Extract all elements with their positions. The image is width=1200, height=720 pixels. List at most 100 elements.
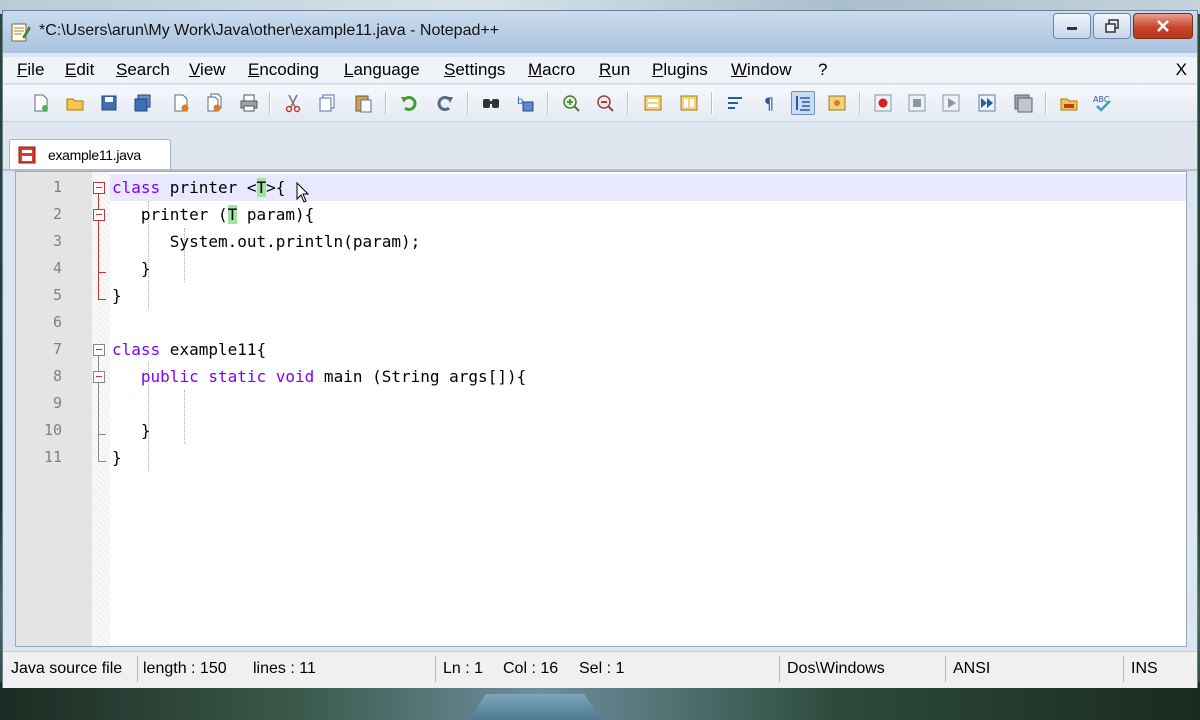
find-button[interactable]: [479, 91, 503, 115]
menu-settings[interactable]: Settings: [444, 60, 505, 80]
menu-macro[interactable]: Macro: [528, 60, 575, 80]
title-bar[interactable]: *C:\Users\arun\My Work\Java\other\exampl…: [3, 11, 1197, 53]
code-line: 4 }: [16, 255, 1186, 282]
save-button[interactable]: [97, 91, 121, 115]
code-line: 8 public static void main (String args[]…: [16, 363, 1186, 390]
close-document-button[interactable]: X: [1176, 60, 1187, 80]
code-editor[interactable]: 1 class printer <T>{ 2 printer (T param)…: [15, 171, 1187, 647]
run-macro-multiple-icon: [978, 94, 996, 112]
line-number: 6: [52, 313, 62, 331]
redo-icon: [437, 96, 453, 111]
line-number: 9: [52, 394, 62, 412]
status-bar: Java source file length : 150 lines : 11…: [3, 651, 1197, 688]
menu-search[interactable]: Search: [116, 60, 170, 80]
zoom-in-button[interactable]: [559, 91, 583, 115]
menu-bar: File Edit Search View Encoding Language …: [3, 57, 1197, 84]
code-line: 9: [16, 390, 1186, 417]
toolbar-separator: [627, 92, 629, 114]
code-line: 3 System.out.println(param);: [16, 228, 1186, 255]
code-text: System.out.println(param);: [112, 232, 421, 251]
zoom-out-button[interactable]: [593, 91, 617, 115]
menu-help[interactable]: ?: [818, 60, 827, 80]
status-lines: lines : 11: [253, 660, 316, 677]
open-file-icon: [66, 98, 84, 111]
copy-icon: [319, 94, 335, 112]
cut-button[interactable]: [281, 91, 305, 115]
code-text: class printer <T>{: [112, 178, 286, 197]
toolbar-separator: [467, 92, 469, 114]
menu-edit[interactable]: Edit: [65, 60, 94, 80]
code-line: 6: [16, 309, 1186, 336]
print-button[interactable]: [237, 91, 261, 115]
user-defined-language-button[interactable]: [825, 91, 849, 115]
code-line: 2 printer (T param){: [16, 201, 1186, 228]
close-icon: [174, 94, 189, 112]
close-all-button[interactable]: [203, 91, 227, 115]
toolbar: b ¶ ABC: [3, 85, 1197, 122]
word-wrap-button[interactable]: [723, 91, 747, 115]
indent-guide-icon: [796, 96, 810, 111]
toolbar-separator: [1045, 92, 1047, 114]
code-line: 10 }: [16, 417, 1186, 444]
line-number: 5: [52, 286, 62, 304]
save-macro-button[interactable]: [1011, 91, 1035, 115]
copy-button[interactable]: [315, 91, 339, 115]
line-number: 8: [52, 367, 62, 385]
status-encoding: ANSI: [953, 660, 991, 677]
open-file-button[interactable]: [63, 91, 87, 115]
close-button[interactable]: [169, 91, 193, 115]
code-line: 11 }: [16, 444, 1186, 471]
sync-horizontal-button[interactable]: [677, 91, 701, 115]
close-window-button[interactable]: [1133, 13, 1193, 39]
menu-encoding[interactable]: Encoding: [248, 60, 319, 80]
spellcheck-button[interactable]: ABC: [1091, 91, 1115, 115]
sync-horizontal-icon: [680, 95, 698, 111]
status-insert-mode[interactable]: INS: [1131, 660, 1158, 678]
status-column: Col : 16: [503, 660, 559, 677]
print-icon: [240, 94, 258, 112]
record-macro-button[interactable]: [871, 91, 895, 115]
code-text: class example11{: [112, 340, 267, 359]
paste-button[interactable]: [351, 91, 375, 115]
toolbar-separator: [859, 92, 861, 114]
minimize-icon: [1067, 27, 1077, 30]
status-selection: Sel : 1: [579, 660, 625, 677]
code-text: public static void main (String args[]){: [140, 367, 527, 386]
line-number: 10: [43, 421, 62, 439]
play-macro-icon: [942, 94, 960, 112]
line-number: 2: [52, 205, 62, 223]
menu-file[interactable]: File: [17, 60, 44, 80]
save-all-button[interactable]: [131, 91, 155, 115]
play-macro-button[interactable]: [939, 91, 963, 115]
status-eol-format: Dos\Windows: [787, 660, 885, 677]
menu-view[interactable]: View: [189, 60, 226, 80]
stop-macro-button[interactable]: [905, 91, 929, 115]
line-number: 3: [52, 232, 62, 250]
menu-language[interactable]: Language: [344, 60, 420, 80]
replace-button[interactable]: b: [513, 91, 537, 115]
svg-text:¶: ¶: [764, 94, 774, 113]
menu-plugins[interactable]: Plugins: [652, 60, 708, 80]
run-macro-multiple-button[interactable]: [975, 91, 999, 115]
folder-icon: [1060, 98, 1078, 111]
tab-example11-java[interactable]: example11.java: [9, 139, 171, 169]
folder-button[interactable]: [1057, 91, 1081, 115]
new-file-button[interactable]: [29, 91, 53, 115]
status-separator: [137, 656, 138, 682]
menu-run[interactable]: Run: [599, 60, 630, 80]
sync-vertical-button[interactable]: [641, 91, 665, 115]
undo-button[interactable]: [397, 91, 421, 115]
zoom-in-icon: [563, 95, 580, 112]
status-separator: [779, 656, 780, 682]
spellcheck-icon: ABC: [1093, 95, 1111, 112]
find-icon: [483, 99, 499, 108]
minimize-button[interactable]: [1053, 13, 1091, 39]
svg-text:b: b: [517, 96, 523, 107]
menu-window[interactable]: Window: [731, 60, 791, 80]
code-text: }: [112, 259, 151, 278]
cut-icon: [285, 94, 301, 113]
redo-button[interactable]: [433, 91, 457, 115]
show-all-characters-button[interactable]: ¶: [757, 91, 781, 115]
indent-guide-button[interactable]: [791, 91, 815, 115]
maximize-button[interactable]: [1093, 13, 1131, 39]
